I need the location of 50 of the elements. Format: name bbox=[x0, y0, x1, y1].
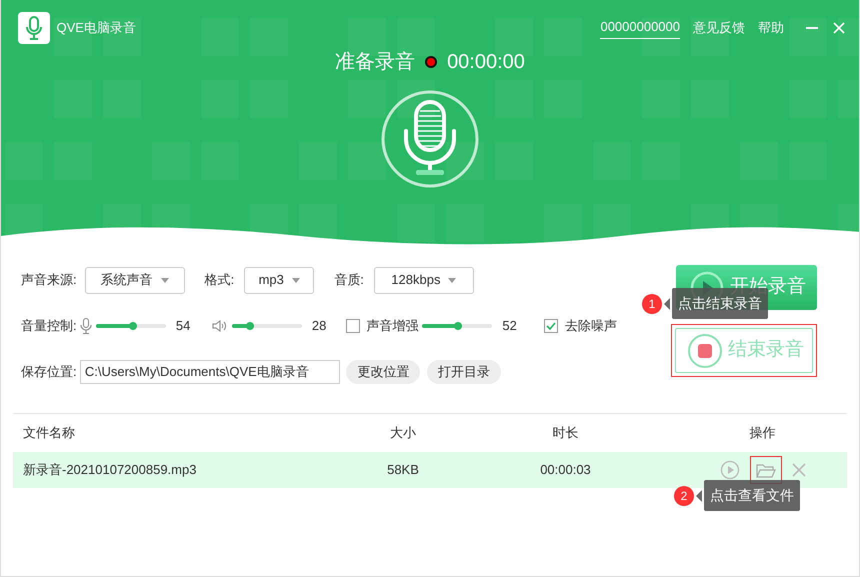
recording-indicator bbox=[425, 56, 438, 68]
dropdown[interactable]: mp3 bbox=[244, 266, 314, 294]
checkbox-label: 去除噪声 bbox=[564, 317, 617, 336]
slider-value: 52 bbox=[502, 317, 518, 336]
microphone-icon bbox=[80, 318, 92, 334]
path-field[interactable]: C:\Users\My\Documents\QVE电脑录音 bbox=[80, 360, 340, 384]
table-cell-text: 58KB bbox=[386, 461, 420, 480]
table-cell-text: 00:00:03 bbox=[539, 461, 592, 480]
dropdown[interactable]: 128kbps bbox=[374, 266, 474, 294]
caret-icon bbox=[160, 278, 169, 282]
field-label: 保存位置: bbox=[21, 363, 77, 382]
caret-icon bbox=[292, 278, 300, 282]
slider-value: 54 bbox=[176, 317, 192, 336]
field-label: 音量控制: bbox=[21, 317, 77, 336]
step-number: 1 bbox=[642, 294, 662, 314]
table-row[interactable]: 新录音-20210107200859.mp3 58KB 00:00:03 bbox=[13, 452, 847, 488]
tooltip: 点击结束录音 bbox=[672, 288, 768, 319]
volume-slider[interactable] bbox=[422, 324, 492, 328]
volume-slider[interactable] bbox=[96, 324, 166, 328]
stop-icon bbox=[688, 334, 722, 368]
microphone-icon[interactable] bbox=[380, 89, 480, 189]
field-label: 声音来源: bbox=[21, 271, 77, 290]
tooltip-pointer bbox=[664, 298, 670, 310]
window-title: QVE电脑录音 bbox=[56, 19, 136, 38]
slider-value: 28 bbox=[312, 317, 328, 336]
volume-slider[interactable] bbox=[232, 324, 302, 328]
field-label: 音质: bbox=[334, 271, 364, 290]
column-header: 文件名称 bbox=[22, 424, 76, 442]
tooltip: 点击查看文件 bbox=[704, 480, 800, 511]
microphone-icon bbox=[24, 16, 44, 40]
close-icon[interactable] bbox=[792, 463, 806, 477]
column-header: 大小 bbox=[389, 424, 417, 442]
caret-icon bbox=[448, 278, 456, 282]
play-icon[interactable] bbox=[720, 460, 740, 480]
field-label: 格式: bbox=[204, 271, 234, 290]
pill-button[interactable]: 更改位置 bbox=[346, 360, 420, 384]
status-label: 准备录音 bbox=[335, 50, 416, 75]
checkbox[interactable] bbox=[346, 319, 360, 333]
step-number: 2 bbox=[674, 486, 694, 506]
table-cell-text: 新录音-20210107200859.mp3 bbox=[22, 461, 198, 480]
column-header: 时长 bbox=[552, 424, 580, 442]
checkbox-label: 声音增强 bbox=[366, 317, 418, 336]
pill-button[interactable]: 打开目录 bbox=[426, 360, 501, 384]
folder-icon bbox=[756, 462, 776, 479]
speaker-icon bbox=[212, 319, 228, 333]
dropdown[interactable]: 系统声音 bbox=[84, 266, 185, 294]
column-header: 操作 bbox=[748, 424, 776, 442]
timer: 00:00:00 bbox=[447, 50, 525, 75]
checkbox[interactable] bbox=[544, 319, 558, 333]
tooltip-pointer bbox=[696, 490, 702, 502]
